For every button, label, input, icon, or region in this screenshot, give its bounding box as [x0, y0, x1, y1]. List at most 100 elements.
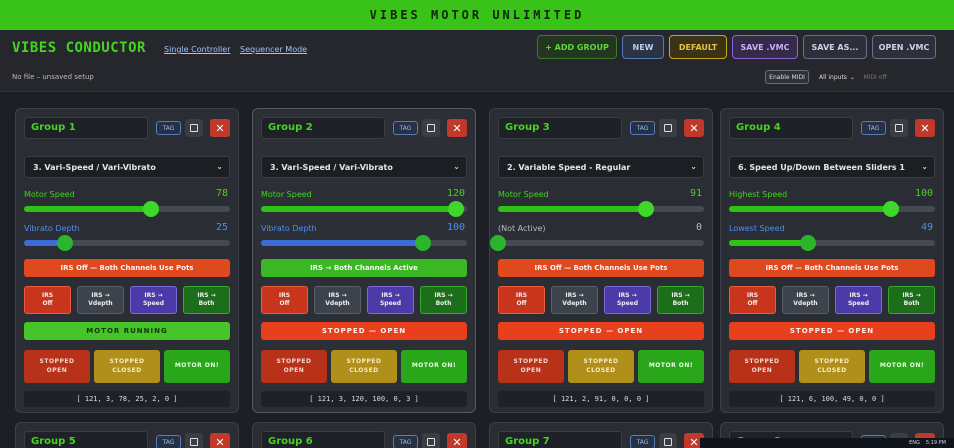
enable-midi-button[interactable]: Enable MIDI — [765, 70, 809, 84]
duplicate-button[interactable] — [422, 433, 440, 448]
state-button[interactable]: MOTOR ON! — [401, 350, 467, 383]
open-vmc-button[interactable]: OPEN .VMC — [872, 35, 936, 59]
group-name-input[interactable]: Group 1 — [24, 117, 148, 139]
duplicate-button[interactable] — [422, 119, 440, 137]
close-icon: ✕ — [215, 121, 225, 135]
slider2-track[interactable] — [24, 235, 230, 251]
state-button[interactable]: STOPPED OPEN — [498, 350, 564, 383]
state-button[interactable]: STOPPED OPEN — [24, 350, 90, 383]
delete-group-button[interactable]: ✕ — [210, 119, 230, 137]
group-name-input[interactable]: Group 6 — [261, 431, 385, 448]
irs-button[interactable]: IRS → Both — [183, 286, 230, 314]
slider2-track[interactable] — [729, 235, 935, 251]
irs-button[interactable]: IRS → Vdepth — [314, 286, 361, 314]
mode-select[interactable]: 6. Speed Up/Down Between Sliders 1 ⌄ — [729, 156, 935, 178]
slider2-value: 25 — [215, 222, 228, 233]
state-button[interactable]: STOPPED CLOSED — [331, 350, 397, 383]
tag-button[interactable]: TAG — [630, 435, 655, 448]
mode-select-value: 6. Speed Up/Down Between Sliders 1 — [738, 163, 905, 172]
delete-group-button[interactable]: ✕ — [447, 433, 467, 448]
tag-button[interactable]: TAG — [156, 435, 181, 448]
state-button[interactable]: STOPPED CLOSED — [94, 350, 160, 383]
irs-button[interactable]: IRS → Speed — [835, 286, 882, 314]
duplicate-button[interactable] — [185, 119, 203, 137]
irs-button-line1: IRS → — [197, 292, 216, 300]
slider1-thumb[interactable] — [637, 201, 654, 217]
group-card: Group 3 TAG ✕ 2. Variable Speed - Regula… — [489, 108, 713, 413]
new-button[interactable]: NEW — [622, 35, 664, 59]
tag-button[interactable]: TAG — [393, 435, 418, 448]
slider2-thumb[interactable] — [415, 235, 432, 251]
group-name-input[interactable]: Group 7 — [498, 431, 622, 448]
add-group-button[interactable]: + ADD GROUP — [537, 35, 617, 59]
mode-select[interactable]: 3. Vari-Speed / Vari-Vibrato ⌄ — [261, 156, 467, 178]
tag-button[interactable]: TAG — [861, 121, 886, 135]
save-as-button[interactable]: SAVE AS... — [803, 35, 867, 59]
state-button[interactable]: STOPPED OPEN — [729, 350, 795, 383]
state-button[interactable]: STOPPED OPEN — [261, 350, 327, 383]
group-card-collapsed: Group 5 TAG ✕ — [15, 422, 239, 448]
delete-group-button[interactable]: ✕ — [684, 119, 704, 137]
irs-button-line1: IRS — [278, 292, 291, 300]
slider2-thumb[interactable] — [490, 235, 506, 251]
group-name-input[interactable]: Group 3 — [498, 117, 622, 139]
group-name-input[interactable]: Group 4 — [729, 117, 853, 139]
slider1-track[interactable] — [24, 201, 230, 217]
state-button[interactable]: STOPPED CLOSED — [799, 350, 865, 383]
slider1-thumb[interactable] — [883, 201, 900, 217]
save-vmc-button[interactable]: SAVE .VMC — [732, 35, 798, 59]
state-button[interactable]: MOTOR ON! — [638, 350, 704, 383]
delete-group-button[interactable]: ✕ — [210, 433, 230, 448]
delete-group-button[interactable]: ✕ — [915, 119, 935, 137]
irs-button[interactable]: IRS → Both — [888, 286, 935, 314]
state-button[interactable]: STOPPED CLOSED — [568, 350, 634, 383]
midi-inputs-select[interactable]: All inputs ⌄ — [815, 70, 859, 84]
slider1-track[interactable] — [498, 201, 704, 217]
irs-button[interactable]: IRS → Both — [657, 286, 704, 314]
irs-button[interactable]: IRS → Both — [420, 286, 467, 314]
irs-button[interactable]: IRS Off — [261, 286, 308, 314]
clock: 5:19 PM — [925, 440, 946, 446]
duplicate-button[interactable] — [185, 433, 203, 448]
mode-sequencer[interactable]: Sequencer Mode — [240, 45, 307, 54]
irs-button[interactable]: IRS → Speed — [367, 286, 414, 314]
mode-select[interactable]: 3. Vari-Speed / Vari-Vibrato ⌄ — [24, 156, 230, 178]
slider2-track[interactable] — [261, 235, 467, 251]
tag-button[interactable]: TAG — [393, 121, 418, 135]
group-name-input[interactable]: Group 2 — [261, 117, 385, 139]
chevron-down-icon: ⌄ — [849, 73, 855, 81]
slider1-thumb[interactable] — [447, 201, 464, 217]
irs-button[interactable]: IRS Off — [498, 286, 545, 314]
irs-button[interactable]: IRS → Vdepth — [77, 286, 124, 314]
delete-group-button[interactable]: ✕ — [447, 119, 467, 137]
duplicate-button[interactable] — [659, 119, 677, 137]
state-button-line1: STOPPED — [744, 358, 780, 366]
slider2-thumb[interactable] — [800, 235, 817, 251]
default-button[interactable]: DEFAULT — [669, 35, 727, 59]
group-card-collapsed: Group 7 TAG ✕ — [489, 422, 713, 448]
tag-button[interactable]: TAG — [630, 121, 655, 135]
irs-button[interactable]: IRS → Speed — [604, 286, 651, 314]
slider1-track[interactable] — [729, 201, 935, 217]
tag-button[interactable]: TAG — [156, 121, 181, 135]
copy-icon — [190, 438, 198, 446]
irs-button[interactable]: IRS Off — [24, 286, 71, 314]
mode-single-controller[interactable]: Single Controller — [164, 45, 231, 54]
state-button[interactable]: MOTOR ON! — [164, 350, 230, 383]
irs-button[interactable]: IRS → Vdepth — [782, 286, 829, 314]
slider2-track[interactable] — [490, 235, 704, 251]
slider1-thumb[interactable] — [142, 201, 159, 217]
irs-button[interactable]: IRS Off — [729, 286, 776, 314]
duplicate-button[interactable] — [659, 433, 677, 448]
irs-button[interactable]: IRS → Speed — [130, 286, 177, 314]
irs-status-bar: IRS → Both Channels Active — [261, 259, 467, 277]
irs-button-line2: Off — [516, 300, 527, 307]
irs-button[interactable]: IRS → Vdepth — [551, 286, 598, 314]
slider2-thumb[interactable] — [56, 235, 73, 251]
values-readout: [ 121, 3, 78, 25, 2, 0 ] — [24, 391, 230, 407]
group-name-input[interactable]: Group 5 — [24, 431, 148, 448]
mode-select[interactable]: 2. Variable Speed - Regular ⌄ — [498, 156, 704, 178]
slider1-track[interactable] — [261, 201, 467, 217]
duplicate-button[interactable] — [890, 119, 908, 137]
state-button[interactable]: MOTOR ON! — [869, 350, 935, 383]
